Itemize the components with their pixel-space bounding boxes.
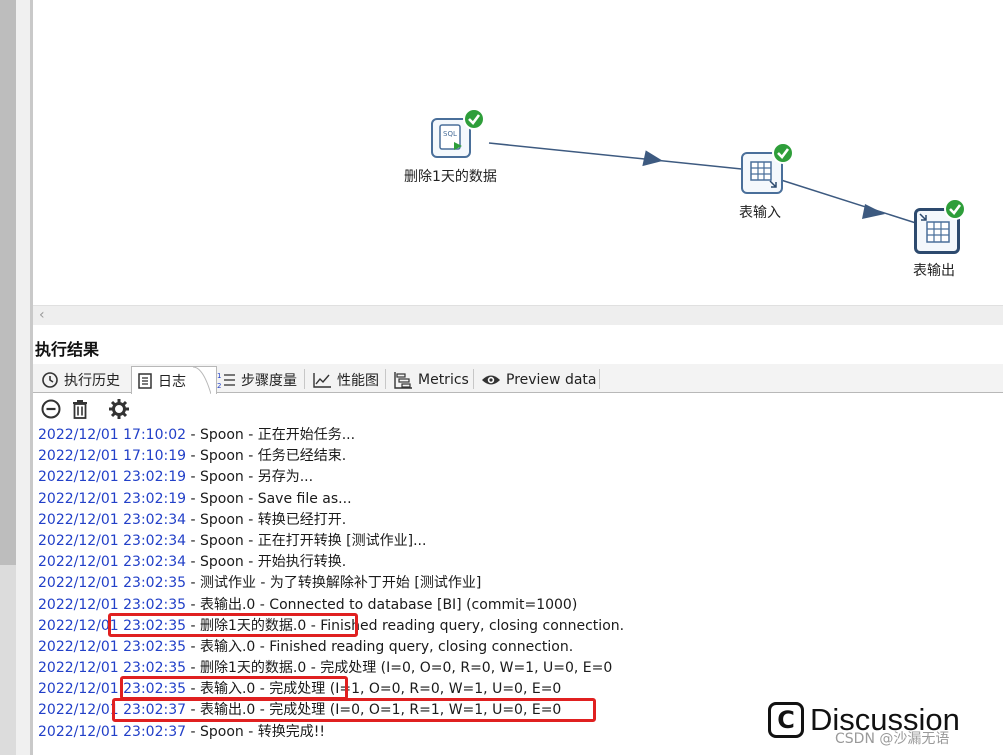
- log-line: 2022/12/01 23:02:34 - Spoon - 转换已经打开.: [38, 510, 978, 531]
- log-line: 2022/12/01 23:02:35 - 测试作业 - 为了转换解除补丁开始 …: [38, 573, 978, 594]
- log-timestamp: 2022/12/01 23:02:35: [38, 638, 187, 655]
- left-panel-strip: [0, 0, 16, 755]
- tab-step-metrics[interactable]: 1 2 步骤度量: [211, 366, 302, 393]
- success-check-icon: [463, 108, 485, 130]
- transformation-canvas[interactable]: SQL 删除1天的数据 表输入 表输出: [33, 0, 1003, 305]
- log-timestamp: 2022/12/01 17:10:02: [38, 427, 187, 443]
- log-message: - Spoon - 正在打开转换 [测试作业]...: [186, 532, 427, 549]
- metrics-icon: [394, 371, 412, 389]
- log-line: 2022/12/01 17:10:02 - Spoon - 正在开始任务...: [38, 425, 978, 446]
- step-metrics-icon: 1 2: [217, 372, 235, 390]
- tab-log[interactable]: 日志: [131, 366, 217, 394]
- success-check-icon: [772, 142, 794, 164]
- clear-log-icon[interactable]: [40, 398, 62, 420]
- log-line: 2022/12/01 23:02:19 - Spoon - Save file …: [38, 489, 978, 510]
- highlight-box: [120, 676, 348, 700]
- log-message: - Spoon - 任务已经结束.: [186, 448, 347, 465]
- log-message: - Spoon - Save file as...: [186, 490, 352, 507]
- log-message: - Spoon - 转换已经打开.: [186, 511, 347, 528]
- preview-eye-icon: [482, 375, 500, 384]
- tab-label: 步骤度量: [241, 372, 297, 389]
- step-delete-data[interactable]: SQL 删除1天的数据: [403, 108, 533, 186]
- svg-text:2: 2: [217, 382, 221, 390]
- tab-separator: [304, 369, 305, 389]
- left-panel-lower: [0, 565, 16, 755]
- tab-performance-chart[interactable]: 性能图: [307, 366, 384, 393]
- tab-separator: [385, 369, 386, 389]
- log-line: 2022/12/01 23:02:34 - Spoon - 开始执行转换.: [38, 552, 978, 573]
- log-timestamp: 2022/12/01 23:02:35: [38, 596, 187, 613]
- log-timestamp: 2022/12/01 23:02:19: [38, 490, 187, 507]
- step-label: 删除1天的数据: [404, 169, 497, 185]
- log-timestamp: 2022/12/01 23:02:34: [38, 532, 187, 549]
- step-label: 表输入: [739, 205, 781, 221]
- tab-separator: [599, 369, 600, 389]
- log-message: - Spoon - 开始执行转换.: [186, 554, 347, 571]
- log-timestamp: 2022/12/01 23:02:34: [38, 554, 187, 571]
- delete-icon[interactable]: [69, 398, 91, 420]
- log-message: - 表输入.0 - Finished reading query, closin…: [186, 638, 574, 655]
- tab-label: Metrics: [418, 371, 469, 388]
- results-panel-title: 执行结果: [35, 340, 100, 359]
- tab-metrics[interactable]: Metrics: [388, 366, 474, 393]
- log-icon: [138, 372, 152, 389]
- log-timestamp: 2022/12/01 23:02:37: [38, 723, 187, 740]
- tab-label: 日志: [158, 373, 186, 390]
- log-message: - Spoon - 正在开始任务...: [186, 427, 356, 443]
- performance-chart-icon: [313, 372, 331, 388]
- log-timestamp: 2022/12/01 23:02:35: [38, 660, 187, 677]
- log-message: - 测试作业 - 为了转换解除补丁开始 [测试作业]: [186, 575, 482, 592]
- log-line: 2022/12/01 17:10:19 - Spoon - 任务已经结束.: [38, 446, 978, 467]
- discussion-logo-icon: C: [768, 702, 804, 738]
- hop-arrow: [642, 150, 663, 167]
- log-line: 2022/12/01 23:02:19 - Spoon - 另存为...: [38, 467, 978, 488]
- log-timestamp: 2022/12/01 17:10:19: [38, 448, 187, 465]
- tab-preview-data[interactable]: Preview data: [476, 366, 601, 393]
- settings-gear-icon[interactable]: [108, 398, 130, 420]
- log-message: - 删除1天的数据.0 - 完成处理 (I=0, O=0, R=0, W=1, …: [186, 660, 613, 677]
- tab-curve: [193, 367, 211, 394]
- svg-text:1: 1: [217, 372, 221, 380]
- log-message: - Spoon - 转换完成!!: [186, 723, 325, 740]
- highlight-box: [112, 698, 596, 722]
- tab-label: 执行历史: [64, 372, 120, 389]
- success-check-icon: [944, 198, 966, 220]
- log-toolbar: [33, 394, 1003, 424]
- history-icon: [42, 371, 58, 388]
- results-tab-bar: 执行历史 日志 1 2 步骤度量 性能图 Metrics Preview dat…: [33, 364, 1003, 394]
- scroll-left-icon[interactable]: ‹: [39, 307, 45, 323]
- csdn-credit: CSDN @沙漏无语: [835, 731, 950, 747]
- highlight-box: [108, 613, 358, 637]
- log-message: - 表输出.0 - Connected to database [BI] (co…: [186, 596, 578, 613]
- step-label: 表输出: [913, 263, 955, 279]
- log-timestamp: 2022/12/01 23:02:34: [38, 511, 187, 528]
- left-panel-gap: [16, 0, 30, 755]
- tab-separator: [473, 369, 474, 389]
- tab-label: 性能图: [337, 372, 379, 389]
- log-message: - Spoon - 另存为...: [186, 469, 314, 486]
- log-line: 2022/12/01 23:02:35 - 表输入.0 - Finished r…: [38, 637, 978, 658]
- step-table-input[interactable]: 表输入: [733, 142, 813, 222]
- log-timestamp: 2022/12/01 23:02:35: [38, 575, 187, 592]
- svg-text:SQL: SQL: [443, 130, 457, 138]
- tab-execution-history[interactable]: 执行历史: [36, 366, 125, 393]
- log-timestamp: 2022/12/01 23:02:19: [38, 469, 187, 486]
- log-line: 2022/12/01 23:02:34 - Spoon - 正在打开转换 [测试…: [38, 531, 978, 552]
- canvas-horizontal-scrollbar[interactable]: ‹: [33, 305, 1003, 325]
- step-table-output[interactable]: 表输出: [908, 198, 998, 279]
- tab-label: Preview data: [506, 371, 597, 388]
